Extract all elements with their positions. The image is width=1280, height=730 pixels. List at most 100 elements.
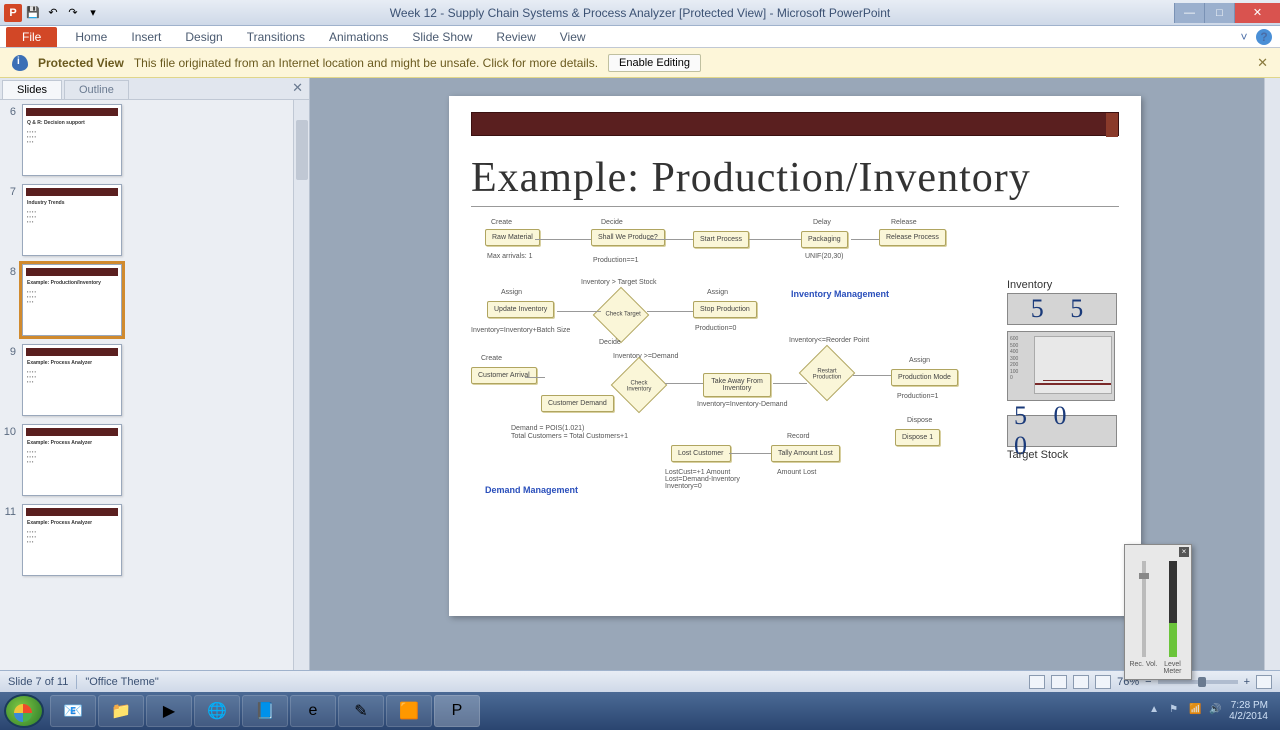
- ribbon-tab-view[interactable]: View: [548, 27, 598, 47]
- slide-thumbnail[interactable]: Industry Trends ▪ ▪ ▪ ▪▪ ▪ ▪ ▪▪ ▪ ▪: [22, 184, 122, 256]
- taskbar-app-office[interactable]: 🟧: [386, 695, 432, 727]
- slide-thumbnail[interactable]: Example: Process Analyzer ▪ ▪ ▪ ▪▪ ▪ ▪ ▪…: [22, 344, 122, 416]
- flow-label: Inventory >=Demand: [613, 353, 678, 360]
- flow-label: Production=1: [897, 393, 938, 400]
- flow-box-stopprod: Stop Production: [693, 301, 757, 318]
- flow-label: Inventory=Inventory+Batch Size: [471, 327, 570, 334]
- slide-thumbnail[interactable]: Example: Process Analyzer ▪ ▪ ▪ ▪▪ ▪ ▪ ▪…: [22, 424, 122, 496]
- save-icon[interactable]: 💾: [24, 4, 42, 22]
- ribbon-minimize-icon[interactable]: ˅: [1236, 29, 1252, 45]
- zoom-in-icon[interactable]: +: [1244, 676, 1250, 688]
- panel-tab-slides[interactable]: Slides: [2, 80, 62, 99]
- slide-counter: Slide 7 of 11: [8, 676, 68, 688]
- ribbon-tab-insert[interactable]: Insert: [119, 27, 173, 47]
- flow-label: Dispose: [907, 417, 932, 424]
- taskbar-app-powerpoint[interactable]: P: [434, 695, 480, 727]
- slide-divider: [471, 206, 1119, 207]
- start-button[interactable]: [4, 694, 44, 728]
- maximize-button[interactable]: □: [1204, 3, 1234, 23]
- ribbon-tab-design[interactable]: Design: [173, 27, 234, 47]
- slide-header-bar: [471, 112, 1119, 136]
- flow-box-pack: Packaging: [801, 231, 848, 248]
- panel-close-icon[interactable]: ✕: [286, 78, 309, 99]
- thumbnail-list: 6 Q & R: Decision support ▪ ▪ ▪ ▪▪ ▪ ▪ ▪…: [0, 100, 309, 670]
- thumb-number: 9: [0, 344, 22, 416]
- powerpoint-logo-icon: P: [4, 4, 22, 22]
- flow-label: Inventory > Target Stock: [581, 279, 657, 286]
- slideshow-view-icon[interactable]: [1095, 675, 1111, 689]
- rec-volume-slider[interactable]: [1142, 561, 1146, 657]
- flow-label: LostCust=+1 Amount Lost=Demand-Inventory…: [665, 469, 745, 490]
- slide-thumbnail[interactable]: Q & R: Decision support ▪ ▪ ▪ ▪▪ ▪ ▪ ▪▪ …: [22, 104, 122, 176]
- title-bar: P 💾 ↶ ↷ ▾ Week 12 - Supply Chain Systems…: [0, 0, 1280, 26]
- flow-connector: [749, 239, 801, 240]
- flow-connector: [647, 311, 693, 312]
- flow-label: UNIF(20,30): [805, 253, 844, 260]
- taskbar-app-chrome[interactable]: 🌐: [194, 695, 240, 727]
- ribbon-tab-transitions[interactable]: Transitions: [235, 27, 317, 47]
- recording-mixer-overlay[interactable]: × Rec. Vol. Level Meter: [1124, 544, 1192, 680]
- protected-close-icon[interactable]: ✕: [1257, 55, 1268, 71]
- minimize-button[interactable]: —: [1174, 3, 1204, 23]
- qat-dropdown-icon[interactable]: ▾: [84, 4, 102, 22]
- taskbar-app-explorer[interactable]: 📁: [98, 695, 144, 727]
- inventory-value: 5 5: [1007, 293, 1117, 325]
- sorter-view-icon[interactable]: [1051, 675, 1067, 689]
- redo-icon[interactable]: ↷: [64, 4, 82, 22]
- thumbnail-scrollbar[interactable]: [293, 100, 309, 670]
- flow-label: Production=0: [695, 325, 736, 332]
- reading-view-icon[interactable]: [1073, 675, 1089, 689]
- flow-label: Create: [491, 219, 512, 226]
- ribbon-tab-animations[interactable]: Animations: [317, 27, 400, 47]
- slide-thumbnail[interactable]: Example: Production/Inventory ▪ ▪ ▪ ▪▪ ▪…: [22, 264, 122, 336]
- window-controls: — □ ✕: [1174, 3, 1280, 23]
- close-button[interactable]: ✕: [1234, 3, 1280, 23]
- tray-network-icon[interactable]: 📶: [1189, 704, 1203, 718]
- mixer-level-label: Level Meter: [1158, 661, 1187, 675]
- quick-access-toolbar: P 💾 ↶ ↷ ▾: [0, 4, 106, 22]
- taskbar-app-word[interactable]: 📘: [242, 695, 288, 727]
- status-bar: Slide 7 of 11 "Office Theme" 76% − +: [0, 670, 1280, 692]
- flow-connector: [773, 383, 807, 384]
- system-tray: ▲ ⚑ 📶 🔊 7:28 PM 4/2/2014: [1149, 700, 1276, 722]
- undo-icon[interactable]: ↶: [44, 4, 62, 22]
- taskbar-app-outlook[interactable]: 📧: [50, 695, 96, 727]
- ribbon-tab-home[interactable]: Home: [63, 27, 119, 47]
- flow-connector: [851, 239, 879, 240]
- slide-canvas: Example: Production/Inventory Create Raw…: [449, 96, 1141, 616]
- ribbon-tab-slideshow[interactable]: Slide Show: [400, 27, 484, 47]
- flow-connector: [647, 239, 693, 240]
- file-tab[interactable]: File: [6, 27, 57, 47]
- taskbar-app-notepad[interactable]: ✎: [338, 695, 384, 727]
- target-value: 5 0 0: [1007, 415, 1117, 447]
- enable-editing-button[interactable]: Enable Editing: [608, 54, 701, 72]
- shield-icon: [12, 55, 28, 71]
- thumb-number: 10: [0, 424, 22, 496]
- protected-view-message[interactable]: This file originated from an Internet lo…: [134, 56, 598, 70]
- slideview-scrollbar[interactable]: [1264, 78, 1280, 670]
- fit-window-icon[interactable]: [1256, 675, 1272, 689]
- flow-label: Release: [891, 219, 917, 226]
- flow-box-custdemand: Customer Demand: [541, 395, 614, 412]
- flow-box-release: Release Process: [879, 229, 946, 246]
- zoom-slider[interactable]: [1158, 680, 1238, 684]
- tray-icon[interactable]: ▲: [1149, 704, 1163, 718]
- slide-thumbnail[interactable]: Example: Process Analyzer ▪ ▪ ▪ ▪▪ ▪ ▪ ▪…: [22, 504, 122, 576]
- taskbar-clock[interactable]: 7:28 PM 4/2/2014: [1229, 700, 1268, 722]
- ribbon-tab-review[interactable]: Review: [484, 27, 547, 47]
- flow-box-tally: Tally Amount Lost: [771, 445, 840, 462]
- windows-taskbar: 📧 📁 ▶ 🌐 📘 e ✎ 🟧 P ▲ ⚑ 📶 🔊 7:28 PM 4/2/20…: [0, 692, 1280, 730]
- help-icon[interactable]: ?: [1256, 29, 1272, 45]
- mixer-close-icon[interactable]: ×: [1179, 547, 1189, 557]
- taskbar-app-media[interactable]: ▶: [146, 695, 192, 727]
- ribbon-tabs: File Home Insert Design Transitions Anim…: [0, 26, 1280, 48]
- taskbar-app-ie[interactable]: e: [290, 695, 336, 727]
- flow-decision-inv: Check Inventory: [611, 357, 668, 414]
- tray-flag-icon[interactable]: ⚑: [1169, 704, 1183, 718]
- panel-tab-outline[interactable]: Outline: [64, 80, 129, 99]
- flow-label: Assign: [501, 289, 522, 296]
- flow-label: Total Customers = Total Customers+1: [511, 433, 628, 440]
- tray-volume-icon[interactable]: 🔊: [1209, 704, 1223, 718]
- flow-box-start: Start Process: [693, 231, 749, 248]
- normal-view-icon[interactable]: [1029, 675, 1045, 689]
